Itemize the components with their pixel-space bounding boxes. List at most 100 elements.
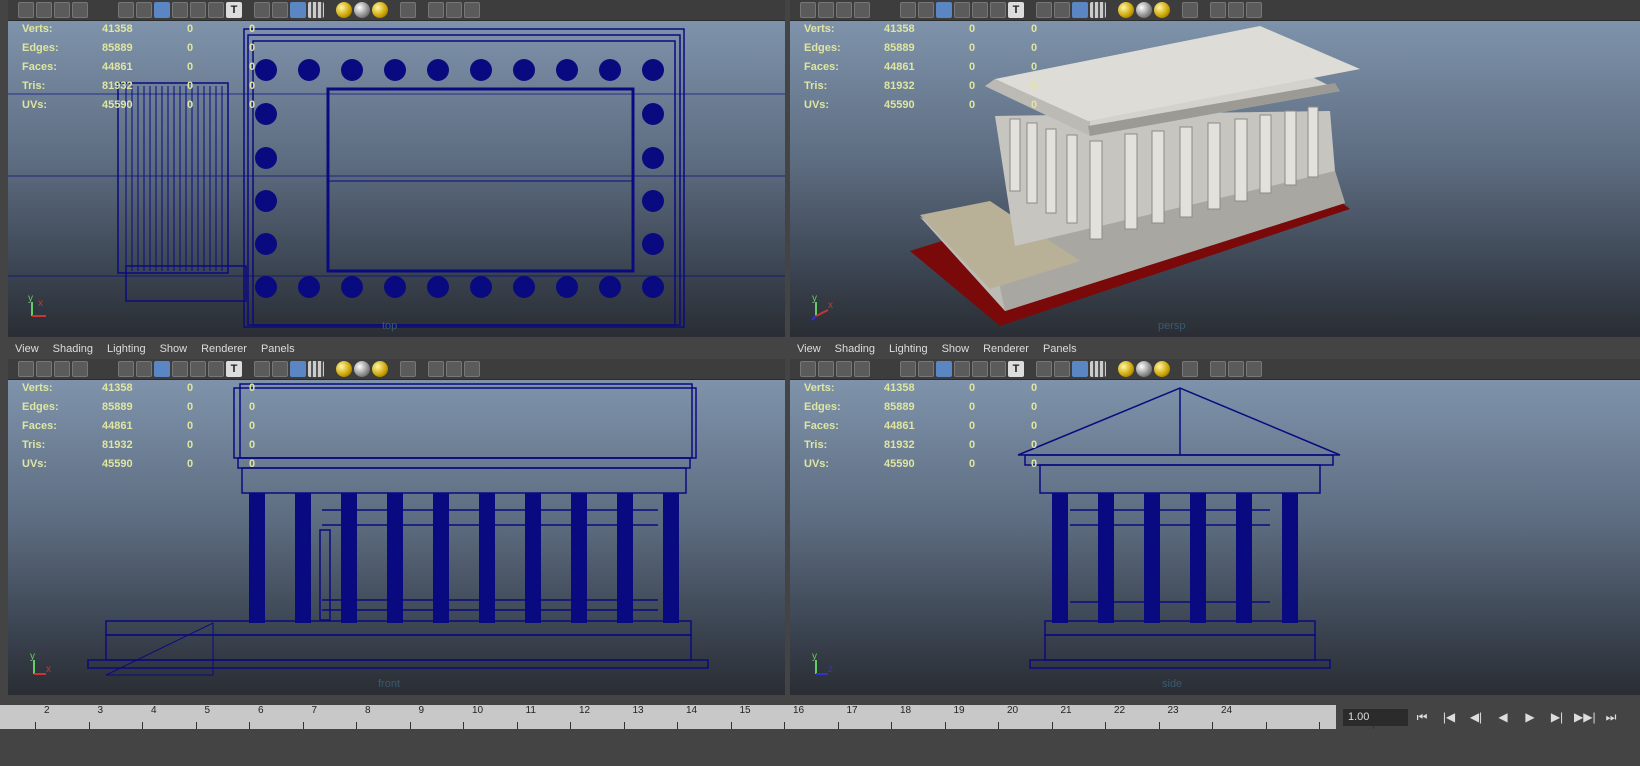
xray-icon[interactable]	[190, 361, 206, 377]
viewport-top[interactable]: Verts: 41358 0 0 Edges: 85889 0 0 Faces: 44861 0 0 T…	[8, 21, 785, 337]
textured-icon[interactable]	[136, 361, 152, 377]
menu-panels[interactable]: Panels	[261, 340, 295, 358]
film-gate-icon[interactable]	[272, 361, 288, 377]
image-plane-icon[interactable]	[854, 361, 870, 377]
lights-icon[interactable]	[1210, 2, 1226, 18]
viewport-front[interactable]: Verts: 41358 0 0 Edges: 85889 0 0 Faces: 44861 0 0 T…	[8, 380, 785, 695]
grid-toggle-icon[interactable]	[372, 361, 388, 377]
resolution-gate-icon[interactable]	[254, 2, 270, 18]
grid-toggle-icon[interactable]	[90, 2, 106, 18]
camera-icon[interactable]	[18, 2, 34, 18]
safe-title-icon[interactable]	[290, 361, 306, 377]
step-forward-key-icon[interactable]: ▶▶|	[1574, 708, 1596, 726]
image-plane-icon[interactable]	[854, 2, 870, 18]
viewport-side[interactable]: Verts: 41358 0 0 Edges: 85889 0 0 Faces: 44861 0 0 T…	[790, 380, 1640, 695]
viewport-pane-side[interactable]: View Shading Lighting Show Renderer Panels T …	[790, 340, 1640, 695]
smooth-shade-icon[interactable]	[900, 361, 916, 377]
resolution-gate-icon[interactable]	[254, 361, 270, 377]
lights-icon[interactable]	[428, 2, 444, 18]
time-slider[interactable]: 2 3 4 5 6 7 8 9 10 11 12 13 14 15 16 17 18 19 20 21 22 23 24 1…	[0, 697, 1640, 766]
grid-toggle-icon[interactable]	[90, 361, 106, 377]
camera-attr-icon[interactable]	[36, 2, 52, 18]
camera-icon[interactable]	[1090, 361, 1106, 377]
xray-icon[interactable]	[190, 2, 206, 18]
xray-icon[interactable]	[972, 2, 988, 18]
step-back-key-icon[interactable]: |◀	[1439, 708, 1459, 726]
bookmark-icon[interactable]	[1118, 2, 1134, 18]
play-forwards-icon[interactable]: ▶	[1520, 708, 1540, 726]
camera-icon[interactable]	[1090, 2, 1106, 18]
xray-icon[interactable]	[1246, 2, 1262, 18]
shadows-icon[interactable]	[446, 361, 462, 377]
isolate-icon[interactable]	[990, 2, 1006, 18]
hud-icon[interactable]: T	[1008, 2, 1024, 18]
menu-lighting[interactable]: Lighting	[107, 340, 146, 358]
shadows-icon[interactable]	[1228, 2, 1244, 18]
smooth-shade-icon[interactable]	[400, 361, 416, 377]
lights-icon[interactable]	[428, 361, 444, 377]
menu-panels[interactable]: Panels	[1043, 340, 1077, 358]
viewport-pane-top[interactable]: T Verts: 41358 0 0 Edges: 85889 0 0 Face…	[8, 0, 785, 337]
viewport-pane-persp[interactable]: T Verts: 41358 0 0 Edges: 85889 0 0 Faces: 44861 0…	[790, 0, 1640, 337]
grid-toggle-icon[interactable]	[372, 2, 388, 18]
xray-icon[interactable]	[464, 2, 480, 18]
lights-icon[interactable]	[1210, 361, 1226, 377]
menu-shading[interactable]: Shading	[53, 340, 93, 358]
safe-title-icon[interactable]	[1072, 361, 1088, 377]
camera-attr-icon[interactable]	[36, 361, 52, 377]
camera-icon[interactable]	[308, 2, 324, 18]
bookmark-icon[interactable]	[836, 361, 852, 377]
bookmark-icon[interactable]	[336, 361, 352, 377]
smooth-shade-icon[interactable]	[1182, 361, 1198, 377]
camera-attr-icon[interactable]	[818, 361, 834, 377]
play-backwards-icon[interactable]: ◀	[1493, 708, 1513, 726]
smooth-shade-icon[interactable]	[1182, 2, 1198, 18]
grid-toggle-icon[interactable]	[1154, 361, 1170, 377]
hud-icon[interactable]: T	[1008, 361, 1024, 377]
smooth-shade-icon[interactable]	[400, 2, 416, 18]
safe-title-icon[interactable]	[1072, 2, 1088, 18]
smooth-shade-icon[interactable]	[900, 2, 916, 18]
shadows-icon[interactable]	[954, 361, 970, 377]
image-plane-icon[interactable]	[1136, 361, 1152, 377]
camera-icon[interactable]	[800, 361, 816, 377]
current-frame-field[interactable]: 1.00	[1343, 709, 1408, 726]
menu-show[interactable]: Show	[160, 340, 188, 358]
grid-toggle-icon[interactable]	[872, 361, 888, 377]
safe-title-icon[interactable]	[290, 2, 306, 18]
time-ruler[interactable]: 2 3 4 5 6 7 8 9 10 11 12 13 14 15 16 17 18 19 20 21 22 23 24	[0, 705, 1374, 729]
menu-renderer[interactable]: Renderer	[201, 340, 247, 358]
hud-icon[interactable]: T	[226, 361, 242, 377]
camera-icon[interactable]	[18, 361, 34, 377]
textured-icon[interactable]	[918, 2, 934, 18]
lights-icon[interactable]	[936, 2, 952, 18]
shadows-icon[interactable]	[446, 2, 462, 18]
menu-lighting[interactable]: Lighting	[889, 340, 928, 358]
xray-icon[interactable]	[1246, 361, 1262, 377]
resolution-gate-icon[interactable]	[1036, 2, 1052, 18]
xray-icon[interactable]	[464, 361, 480, 377]
lights-icon[interactable]	[154, 2, 170, 18]
film-gate-icon[interactable]	[1054, 361, 1070, 377]
menu-renderer[interactable]: Renderer	[983, 340, 1029, 358]
lights-icon[interactable]	[936, 361, 952, 377]
step-back-frame-icon[interactable]: ◀|	[1466, 708, 1486, 726]
camera-icon[interactable]	[800, 2, 816, 18]
bookmark-icon[interactable]	[54, 361, 70, 377]
shadows-icon[interactable]	[1228, 361, 1244, 377]
image-plane-icon[interactable]	[72, 2, 88, 18]
image-plane-icon[interactable]	[1136, 2, 1152, 18]
textured-icon[interactable]	[136, 2, 152, 18]
hud-icon[interactable]: T	[226, 2, 242, 18]
viewport-persp[interactable]: Verts: 41358 0 0 Edges: 85889 0 0 Faces: 44861 0 0 T…	[790, 21, 1640, 337]
shadows-icon[interactable]	[954, 2, 970, 18]
menu-show[interactable]: Show	[942, 340, 970, 358]
xray-icon[interactable]	[972, 361, 988, 377]
image-plane-icon[interactable]	[72, 361, 88, 377]
film-gate-icon[interactable]	[1054, 2, 1070, 18]
shadows-icon[interactable]	[172, 361, 188, 377]
grid-toggle-icon[interactable]	[872, 2, 888, 18]
shadows-icon[interactable]	[172, 2, 188, 18]
film-gate-icon[interactable]	[272, 2, 288, 18]
go-to-end-icon[interactable]: ⏭	[1601, 708, 1621, 726]
